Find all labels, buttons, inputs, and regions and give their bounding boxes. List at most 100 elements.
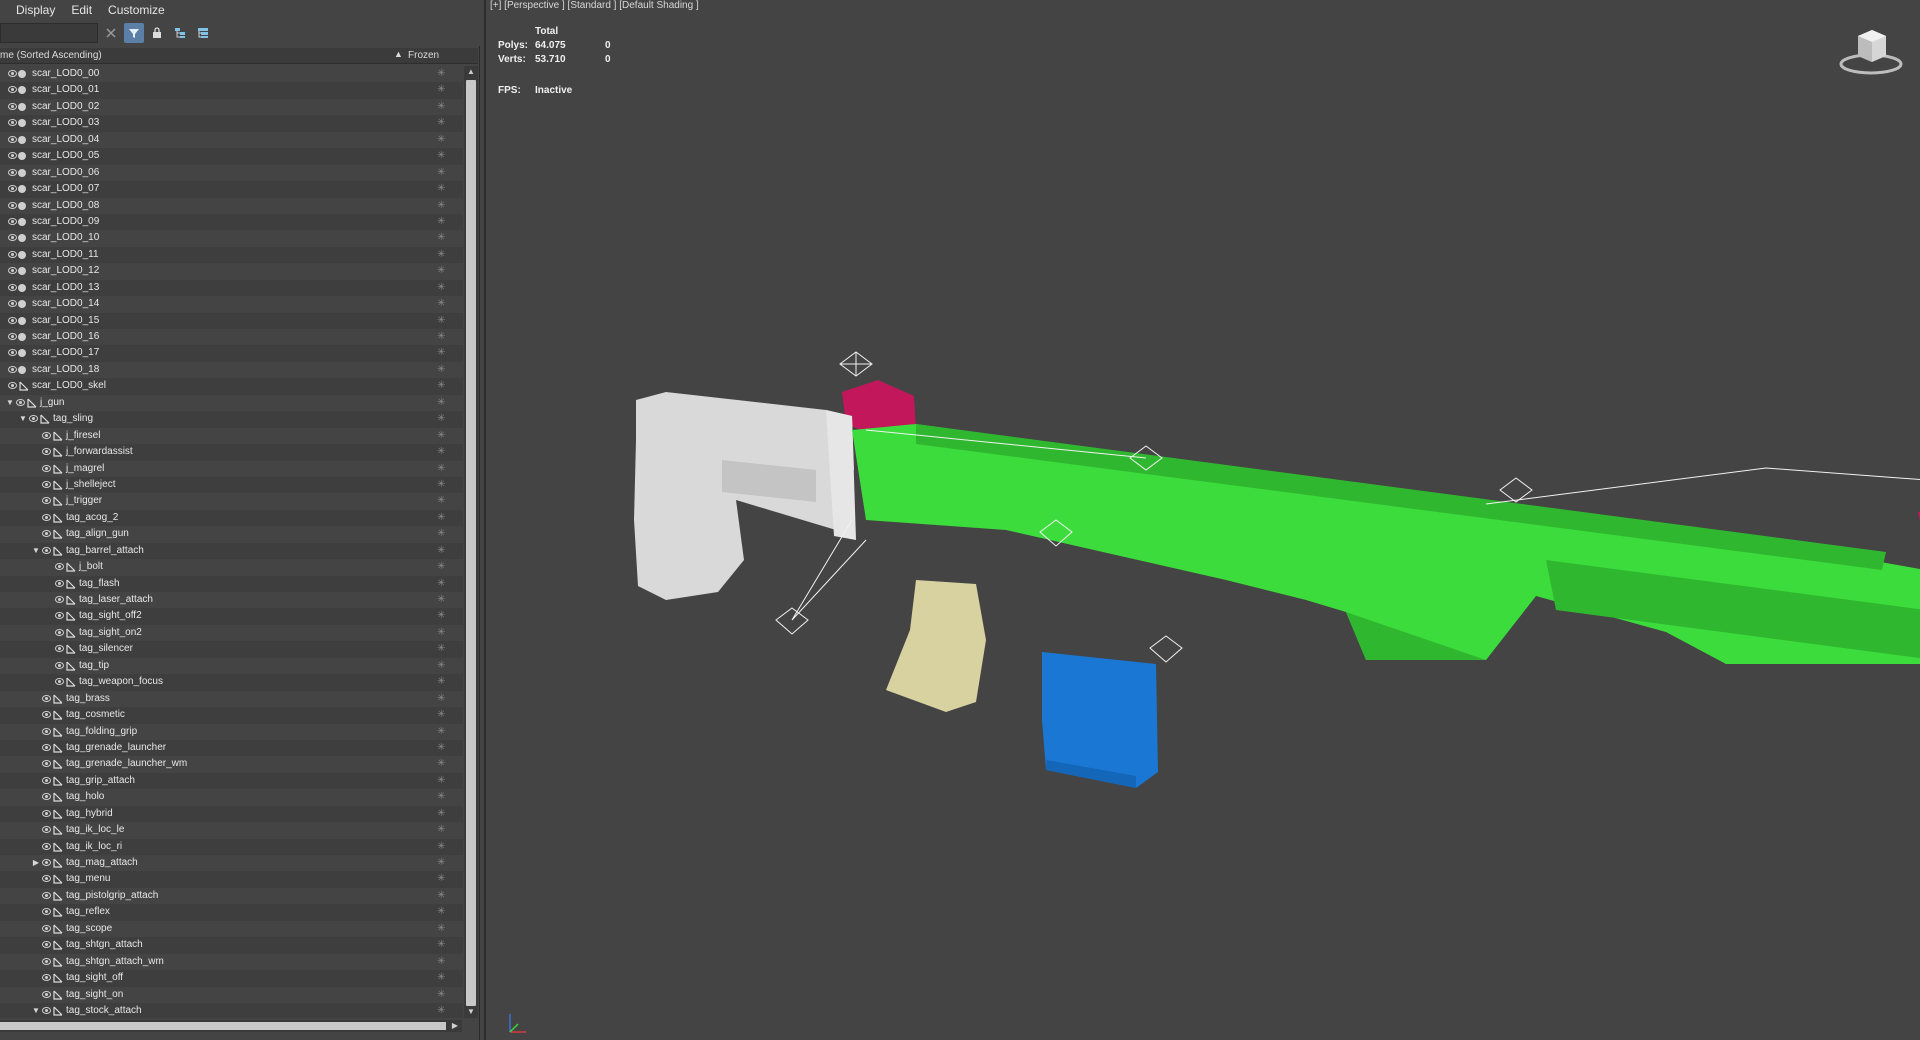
visibility-eye-icon[interactable] xyxy=(55,678,64,686)
tree-row[interactable]: tag_align_gun ✳ xyxy=(0,526,463,543)
visibility-eye-icon[interactable] xyxy=(29,415,38,423)
tree-row[interactable]: scar_LOD0_13 ✳ xyxy=(0,279,463,297)
collapse-arrow-icon[interactable]: ▼ xyxy=(5,395,15,411)
scroll-right-icon[interactable]: ▶ xyxy=(448,1020,462,1032)
snowflake-icon[interactable]: ✳ xyxy=(437,970,445,986)
visibility-eye-icon[interactable] xyxy=(8,102,17,110)
snowflake-icon[interactable]: ✳ xyxy=(437,313,445,329)
snowflake-icon[interactable]: ✳ xyxy=(437,247,445,263)
snowflake-icon[interactable]: ✳ xyxy=(437,576,445,592)
snowflake-icon[interactable]: ✳ xyxy=(437,592,445,608)
visibility-eye-icon[interactable] xyxy=(42,842,51,850)
snowflake-icon[interactable]: ✳ xyxy=(437,789,445,805)
tree-row[interactable]: tag_pistolgrip_attach ✳ xyxy=(0,887,463,905)
visibility-eye-icon[interactable] xyxy=(42,1006,51,1014)
menu-customize[interactable]: Customize xyxy=(100,0,173,20)
tree-row[interactable]: scar_LOD0_14 ✳ xyxy=(0,296,463,313)
visibility-eye-icon[interactable] xyxy=(8,316,17,324)
visibility-eye-icon[interactable] xyxy=(8,333,17,340)
close-icon[interactable] xyxy=(101,23,121,43)
snowflake-icon[interactable]: ✳ xyxy=(437,214,445,230)
viewcube-icon[interactable] xyxy=(1836,22,1906,78)
visibility-eye-icon[interactable] xyxy=(8,234,17,242)
snowflake-icon[interactable]: ✳ xyxy=(437,510,445,526)
visibility-eye-icon[interactable] xyxy=(8,300,17,308)
visibility-eye-icon[interactable] xyxy=(42,974,51,982)
visibility-eye-icon[interactable] xyxy=(8,201,17,209)
visibility-eye-icon[interactable] xyxy=(8,168,17,176)
visibility-eye-icon[interactable] xyxy=(42,826,51,834)
h-scrollbar-thumb[interactable] xyxy=(0,1022,446,1030)
visibility-eye-icon[interactable] xyxy=(55,645,64,653)
expand-arrow-icon[interactable]: ▶ xyxy=(31,855,41,871)
visibility-eye-icon[interactable] xyxy=(42,694,51,702)
snowflake-icon[interactable]: ✳ xyxy=(437,477,445,493)
visibility-eye-icon[interactable] xyxy=(55,563,64,571)
visibility-eye-icon[interactable] xyxy=(42,546,51,554)
visibility-eye-icon[interactable] xyxy=(55,612,64,620)
tree-row[interactable]: scar_LOD0_17 ✳ xyxy=(0,345,463,362)
visibility-eye-icon[interactable] xyxy=(8,349,17,357)
snowflake-icon[interactable]: ✳ xyxy=(437,362,445,378)
snowflake-icon[interactable]: ✳ xyxy=(437,132,445,148)
collapse-arrow-icon[interactable]: ▼ xyxy=(18,411,28,427)
search-input[interactable] xyxy=(0,23,98,43)
snowflake-icon[interactable]: ✳ xyxy=(437,411,445,427)
visibility-eye-icon[interactable] xyxy=(8,365,17,373)
snowflake-icon[interactable]: ✳ xyxy=(437,822,445,838)
snowflake-icon[interactable]: ✳ xyxy=(437,378,445,394)
tree-row[interactable]: j_magrel ✳ xyxy=(0,460,463,477)
tree-row[interactable]: j_firesel ✳ xyxy=(0,427,463,445)
tree-row[interactable]: scar_LOD0_03 ✳ xyxy=(0,115,463,132)
visibility-eye-icon[interactable] xyxy=(42,809,51,817)
snowflake-icon[interactable]: ✳ xyxy=(437,855,445,871)
visibility-eye-icon[interactable] xyxy=(42,431,51,439)
tree-row[interactable]: scar_LOD0_07 ✳ xyxy=(0,181,463,198)
visibility-eye-icon[interactable] xyxy=(55,628,64,636)
tree-row[interactable]: tag_silencer ✳ xyxy=(0,641,463,658)
tree-row[interactable]: tag_reflex ✳ xyxy=(0,904,463,921)
snowflake-icon[interactable]: ✳ xyxy=(437,773,445,789)
hierarchy-expand-icon[interactable] xyxy=(193,23,213,43)
snowflake-icon[interactable]: ✳ xyxy=(437,1003,445,1018)
snowflake-icon[interactable]: ✳ xyxy=(437,280,445,296)
snowflake-icon[interactable]: ✳ xyxy=(437,428,445,444)
tree-row[interactable]: j_shelleject ✳ xyxy=(0,476,463,494)
snowflake-icon[interactable]: ✳ xyxy=(437,707,445,723)
snowflake-icon[interactable]: ✳ xyxy=(437,82,445,98)
snowflake-icon[interactable]: ✳ xyxy=(437,904,445,920)
name-column-header[interactable]: me (Sorted Ascending) xyxy=(0,50,102,61)
snowflake-icon[interactable]: ✳ xyxy=(437,608,445,624)
snowflake-icon[interactable]: ✳ xyxy=(437,526,445,542)
tree-row[interactable]: tag_sight_on2 ✳ xyxy=(0,624,463,642)
tree-row[interactable]: tag_grip_attach ✳ xyxy=(0,772,463,790)
visibility-eye-icon[interactable] xyxy=(55,661,64,669)
snowflake-icon[interactable]: ✳ xyxy=(437,296,445,312)
tree-row[interactable]: scar_LOD0_01 ✳ xyxy=(0,82,463,99)
snowflake-icon[interactable]: ✳ xyxy=(437,987,445,1003)
tree-row[interactable]: j_forwardassist ✳ xyxy=(0,444,463,461)
menu-display[interactable]: Display xyxy=(0,0,63,20)
tree-row[interactable]: scar_LOD0_11 ✳ xyxy=(0,246,463,264)
tree-row[interactable]: scar_LOD0_00 ✳ xyxy=(0,66,463,83)
tree-row[interactable]: ▼ j_gun ✳ xyxy=(0,394,463,412)
tree-row[interactable]: tag_brass ✳ xyxy=(0,690,463,708)
visibility-eye-icon[interactable] xyxy=(42,891,51,899)
visibility-eye-icon[interactable] xyxy=(8,152,17,160)
tree-row[interactable]: j_bolt ✳ xyxy=(0,559,463,576)
snowflake-icon[interactable]: ✳ xyxy=(437,66,445,82)
visibility-eye-icon[interactable] xyxy=(42,530,51,538)
menu-edit[interactable]: Edit xyxy=(63,0,100,20)
snowflake-icon[interactable]: ✳ xyxy=(437,641,445,657)
tree-row[interactable]: tag_laser_attach ✳ xyxy=(0,592,463,609)
visibility-eye-icon[interactable] xyxy=(42,924,51,932)
visibility-eye-icon[interactable] xyxy=(42,497,51,505)
snowflake-icon[interactable]: ✳ xyxy=(437,230,445,246)
snowflake-icon[interactable]: ✳ xyxy=(437,954,445,970)
tree-row[interactable]: tag_grenade_launcher_wm ✳ xyxy=(0,756,463,773)
visibility-eye-icon[interactable] xyxy=(16,398,25,406)
visibility-eye-icon[interactable] xyxy=(42,513,51,521)
visibility-eye-icon[interactable] xyxy=(42,776,51,784)
perspective-viewport[interactable]: [+] [Perspective ] [Standard ] [Default … xyxy=(484,0,1920,1040)
snowflake-icon[interactable]: ✳ xyxy=(437,395,445,411)
